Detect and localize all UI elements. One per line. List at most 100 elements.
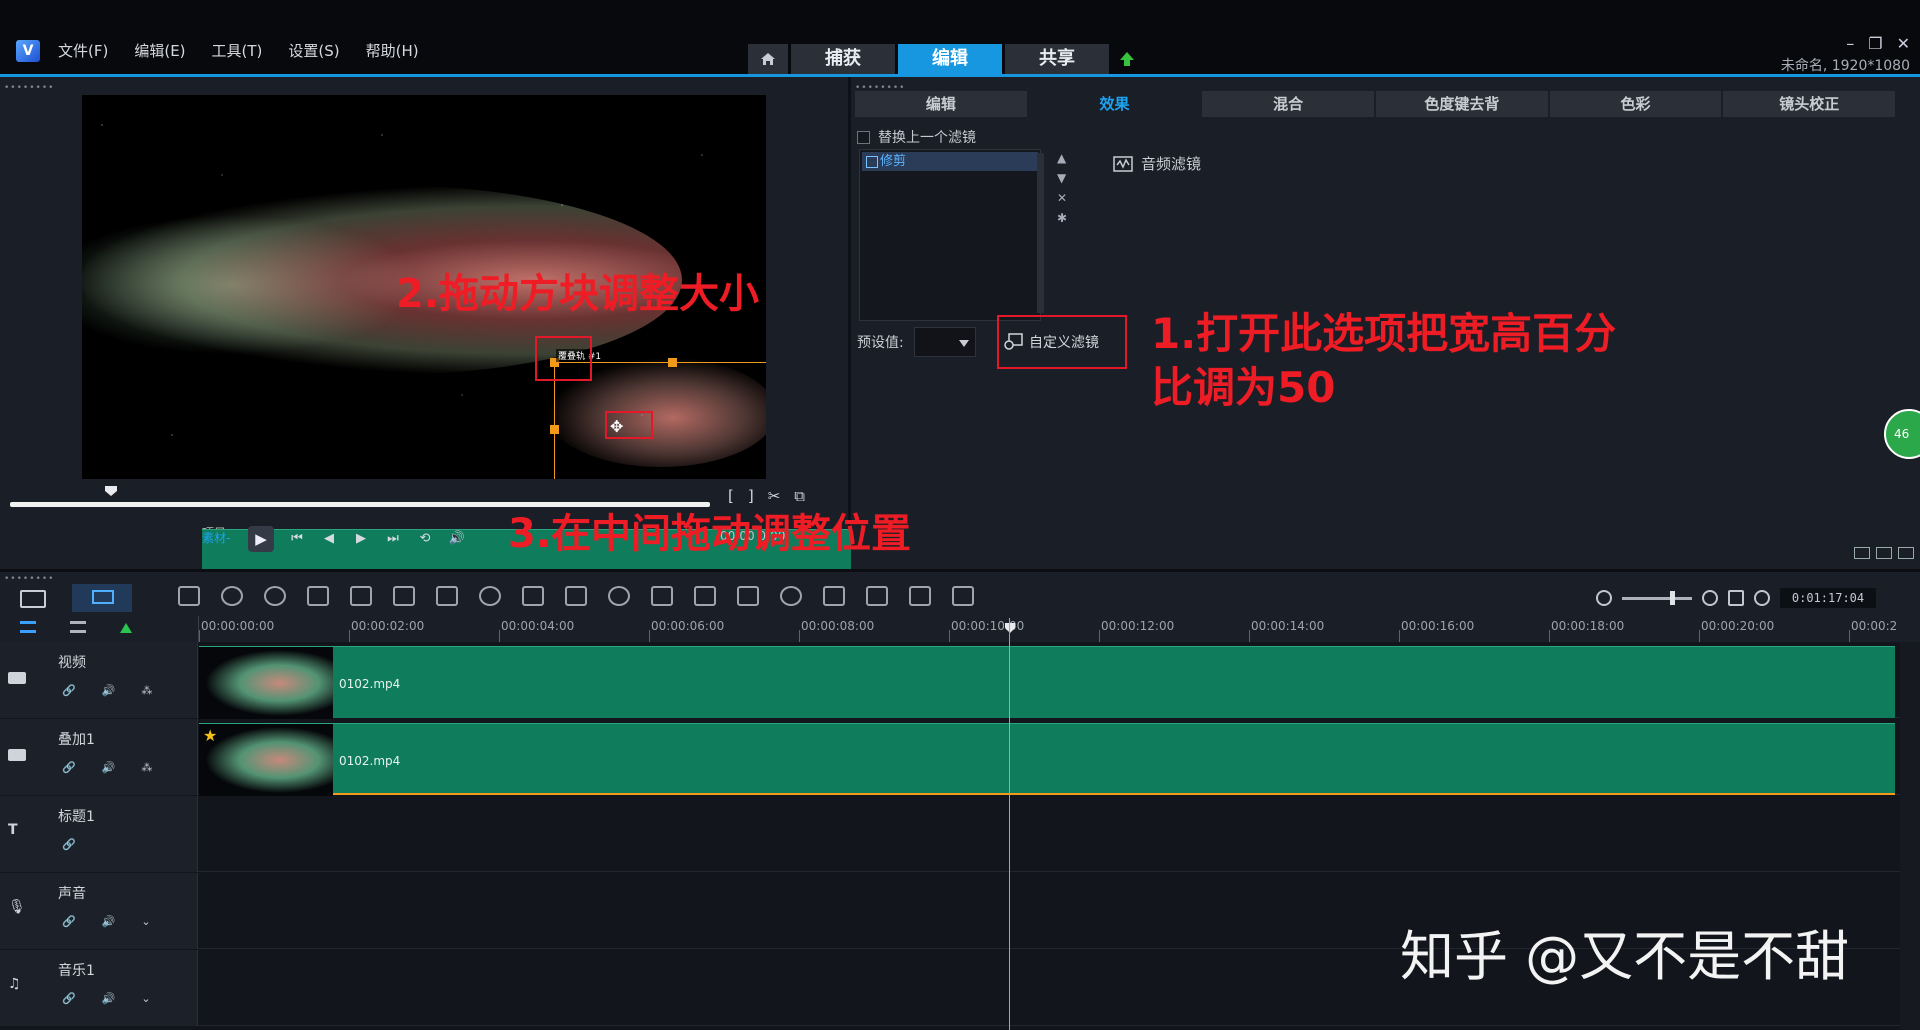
crop-icon[interactable]: [823, 586, 845, 606]
tab-capture[interactable]: 捕获: [791, 44, 895, 74]
ripple-icon[interactable]: ⁂: [141, 761, 152, 774]
overlay-clip[interactable]: ★ 0102.mp4: [199, 723, 1895, 796]
timeline-view-button[interactable]: [72, 584, 132, 612]
link-icon[interactable]: 🔗: [62, 761, 76, 774]
redo-icon[interactable]: [264, 586, 286, 606]
tab-options-edit[interactable]: 编辑: [855, 91, 1027, 117]
move-down-icon[interactable]: ▼: [1057, 171, 1067, 185]
panel-grip[interactable]: ••••••••: [4, 574, 54, 584]
track-lane[interactable]: 0102.mp4: [199, 642, 1899, 719]
audio-filter-button[interactable]: 音频滤镜: [1113, 153, 1201, 174]
storyboard-view-icon[interactable]: [20, 590, 46, 608]
link-icon[interactable]: 🔗: [62, 915, 76, 928]
playhead-marker-icon[interactable]: [1004, 622, 1016, 634]
zoom-in-icon[interactable]: [1702, 590, 1718, 606]
subtitle-editor-icon[interactable]: [651, 586, 673, 606]
resize-handle-top[interactable]: [668, 358, 677, 367]
multicam-icon[interactable]: [565, 586, 587, 606]
track-lane[interactable]: ★ 0102.mp4: [199, 719, 1899, 796]
prev-frame-icon[interactable]: ◀: [320, 530, 338, 548]
filter-item-trim[interactable]: 修剪: [862, 152, 1038, 171]
mute-icon[interactable]: 🔊: [102, 915, 116, 928]
ripple-edit-icon[interactable]: [393, 586, 415, 606]
menu-file[interactable]: 文件(F): [58, 40, 108, 61]
next-frame-icon[interactable]: ▶: [352, 530, 370, 548]
zoom-out-icon[interactable]: [1596, 590, 1612, 606]
home-start-icon[interactable]: ⏮: [288, 530, 306, 548]
chapter-point-icon[interactable]: [70, 621, 86, 633]
close-button[interactable]: ✕: [1897, 34, 1910, 53]
zoom-slider[interactable]: [1622, 590, 1692, 605]
project-duration[interactable]: 0:01:17:04: [1780, 588, 1876, 608]
end-icon[interactable]: ⏭: [384, 530, 402, 548]
tab-options-chroma-key[interactable]: 色度键去背: [1376, 91, 1548, 117]
filter-tools-icon[interactable]: ✱: [1057, 211, 1067, 225]
scrub-bar[interactable]: [10, 502, 710, 507]
filter-list-scrollbar[interactable]: [1037, 153, 1044, 313]
time-ruler[interactable]: 00:00:00:00 00:00:02:00 00:00:04:00 00:00:0…: [198, 616, 1898, 642]
track-lane[interactable]: [199, 796, 1899, 872]
timeline-scrollbar[interactable]: [1900, 642, 1920, 1030]
split-screen-icon[interactable]: [694, 586, 716, 606]
track-manager-icon[interactable]: [20, 621, 36, 633]
audio-waveform-icon[interactable]: [522, 586, 544, 606]
view-mode-icon-b[interactable]: [1876, 547, 1892, 559]
menu-help[interactable]: 帮助(H): [366, 40, 419, 61]
mark-in-button[interactable]: [: [728, 487, 734, 505]
tab-options-effect[interactable]: 效果: [1028, 91, 1201, 117]
title-text-icon[interactable]: [866, 586, 888, 606]
mute-icon[interactable]: 🔊: [102, 992, 116, 1005]
project-clip-toggle[interactable]: 项目- 素材-: [202, 525, 1898, 601]
motion-track-icon[interactable]: [436, 586, 458, 606]
record-screen-icon[interactable]: [350, 586, 372, 606]
delete-filter-icon[interactable]: ✕: [1057, 191, 1067, 205]
paint-creator-icon[interactable]: [952, 586, 974, 606]
tab-share[interactable]: 共享: [1005, 44, 1109, 74]
play-button[interactable]: ▶: [248, 526, 274, 552]
color-grading-icon[interactable]: [479, 586, 501, 606]
tab-options-lens-correction[interactable]: 镜头校正: [1723, 91, 1896, 117]
scrubber-head-icon[interactable]: [104, 485, 118, 497]
fit-timeline-icon[interactable]: [1728, 590, 1744, 606]
split-clip-icon[interactable]: ✂: [768, 487, 781, 505]
view-mode-icon-c[interactable]: [1898, 547, 1914, 559]
add-track-icon[interactable]: [120, 623, 132, 633]
resize-handle-left[interactable]: [550, 425, 559, 434]
preset-dropdown[interactable]: [913, 327, 976, 357]
mute-icon[interactable]: 🔊: [102, 761, 116, 774]
tab-options-blend[interactable]: 混合: [1202, 91, 1375, 117]
playhead-line[interactable]: [1009, 618, 1010, 1030]
menu-edit[interactable]: 编辑(E): [134, 40, 185, 61]
notification-badge[interactable]: 46: [1884, 409, 1920, 459]
mark-out-button[interactable]: ]: [748, 487, 754, 505]
ripple-icon[interactable]: ⁂: [141, 684, 152, 697]
tab-edit[interactable]: 编辑: [898, 44, 1002, 74]
menu-settings[interactable]: 设置(S): [288, 40, 339, 61]
minimize-button[interactable]: –: [1846, 34, 1854, 53]
upload-arrow-icon[interactable]: [1118, 50, 1136, 68]
repeat-icon[interactable]: ⟲: [416, 530, 434, 548]
panel-grip[interactable]: ••••••••: [4, 83, 54, 93]
volume-icon[interactable]: 🔊: [448, 530, 466, 548]
auto-music-icon[interactable]: [909, 586, 931, 606]
link-icon[interactable]: 🔗: [62, 684, 76, 697]
smart-tool-icon[interactable]: [178, 586, 200, 606]
enlarge-preview-icon[interactable]: ⧉: [794, 487, 805, 505]
replace-filter-checkbox[interactable]: [857, 130, 870, 144]
home-tab[interactable]: [748, 44, 788, 74]
fit-project-icon[interactable]: [307, 586, 329, 606]
move-up-icon[interactable]: ▲: [1057, 151, 1067, 165]
video-clip[interactable]: 0102.mp4: [199, 646, 1895, 719]
rotate-icon[interactable]: [780, 586, 802, 606]
menu-tools[interactable]: 工具(T): [212, 40, 263, 61]
mask-creator-icon[interactable]: [608, 586, 630, 606]
expand-chevron-icon[interactable]: ⌄: [141, 992, 150, 1005]
undo-icon[interactable]: [221, 586, 243, 606]
link-icon[interactable]: 🔗: [62, 838, 76, 851]
expand-chevron-icon[interactable]: ⌄: [141, 915, 150, 928]
view-mode-icon-a[interactable]: [1854, 547, 1870, 559]
speed-control-icon[interactable]: [737, 586, 759, 606]
tab-options-color[interactable]: 色彩: [1549, 91, 1722, 117]
restore-button[interactable]: ❐: [1868, 34, 1882, 53]
mute-icon[interactable]: 🔊: [102, 684, 116, 697]
